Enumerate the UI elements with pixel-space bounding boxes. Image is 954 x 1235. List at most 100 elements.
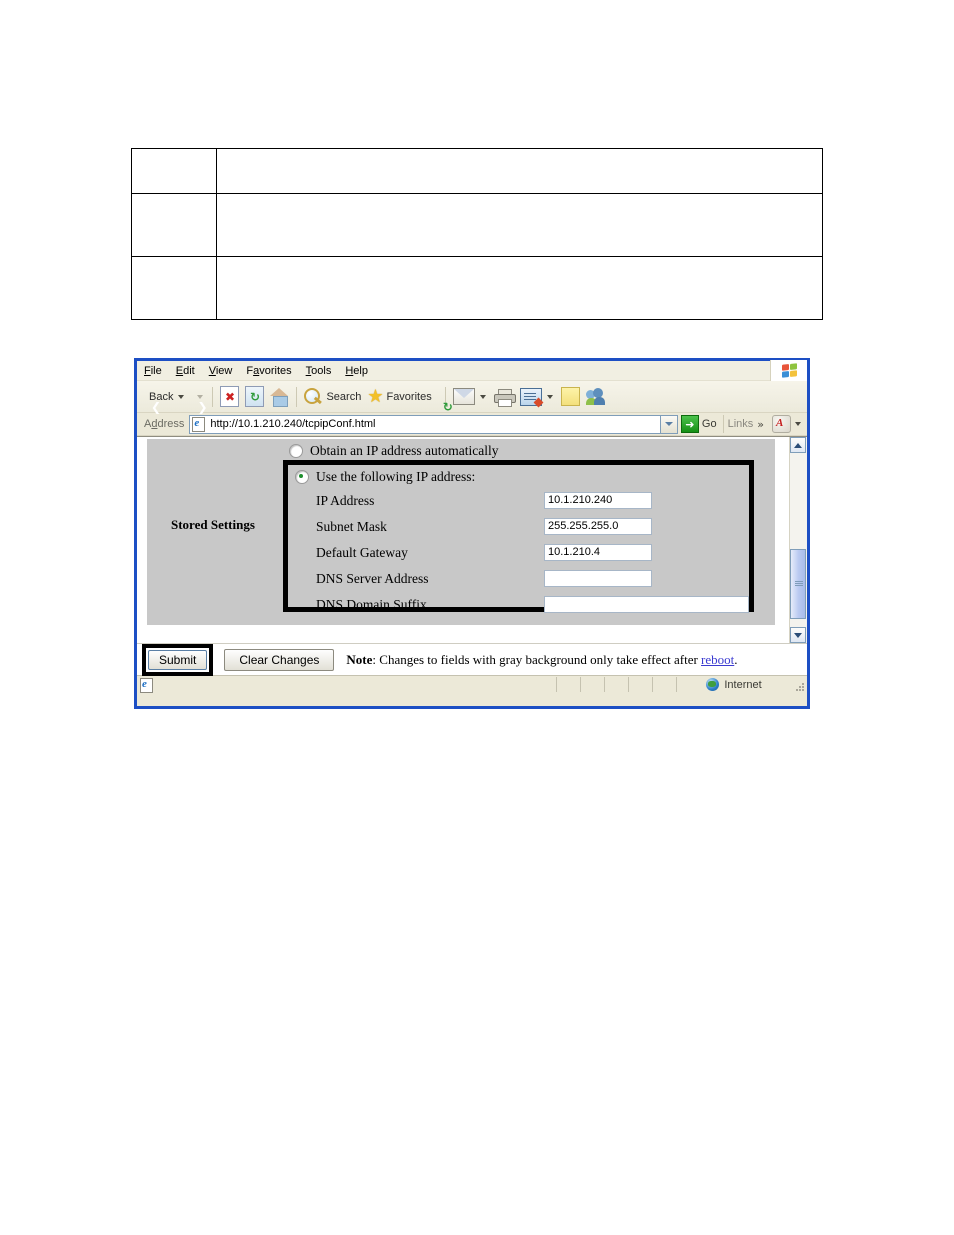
menu-item-edit[interactable]: Edit — [169, 364, 202, 378]
submit-button[interactable]: Submit — [148, 649, 208, 670]
radio-use-following-ip[interactable] — [295, 470, 309, 484]
scroll-up-button[interactable] — [790, 437, 806, 453]
star-icon: ★ — [367, 385, 384, 407]
acrobat-dropdown-caret-icon[interactable] — [795, 422, 801, 426]
field-input-subnet-mask[interactable]: 255.255.255.0 — [544, 518, 652, 535]
page-content: Stored Settings Obtain an IP address aut… — [137, 437, 789, 643]
field-row-dns-domain-suffix: DNS Domain Suffix — [316, 596, 749, 613]
stop-icon: ✖ — [220, 386, 240, 407]
radio-obtain-automatically[interactable] — [289, 444, 303, 458]
refresh-button[interactable]: ↻ — [242, 384, 267, 410]
favorites-button[interactable]: ★ Favorites — [364, 384, 434, 410]
note-prefix: Note — [346, 651, 373, 667]
field-row-ip-address: IP Address 10.1.210.240 — [316, 492, 652, 509]
address-bar: Address e http://10.1.210.240/tcpipConf.… — [137, 413, 807, 436]
edit-page-icon — [519, 387, 544, 407]
acrobat-toolbar-button[interactable]: A — [768, 415, 807, 433]
note-body: Changes to fields with gray background o… — [379, 651, 702, 667]
messenger-button[interactable] — [583, 384, 608, 410]
field-input-dns-domain-suffix[interactable] — [544, 596, 749, 613]
reboot-link[interactable]: reboot — [701, 652, 734, 667]
table-cell-content — [217, 149, 822, 193]
field-label-dns-domain-suffix: DNS Domain Suffix — [316, 596, 427, 612]
radio-use-following-ip-label: Use the following IP address: — [316, 469, 476, 484]
field-label-default-gateway: Default Gateway — [316, 544, 408, 560]
radio-obtain-automatically-row[interactable]: Obtain an IP address automatically — [289, 443, 498, 459]
address-dropdown-button[interactable] — [660, 414, 678, 434]
field-input-dns-server-address[interactable] — [544, 570, 652, 587]
scrollbar-grip-icon — [795, 581, 803, 587]
table-cell-content — [132, 149, 216, 193]
field-input-default-gateway[interactable]: 10.1.210.4 — [544, 544, 652, 561]
field-input-ip-address[interactable]: 10.1.210.240 — [544, 492, 652, 509]
field-label-ip-address: IP Address — [316, 492, 375, 508]
field-row-dns-server-address: DNS Server Address — [316, 570, 652, 587]
vertical-scrollbar[interactable] — [789, 437, 807, 643]
toolbar-separator — [296, 386, 298, 407]
status-pane — [557, 677, 581, 692]
table-cell-content — [217, 257, 822, 319]
forward-button[interactable]: ❯ — [189, 384, 208, 414]
links-toolbar[interactable]: Links » — [722, 415, 768, 433]
menu-item-tools[interactable]: Tools — [299, 364, 339, 378]
menu-item-favorites[interactable]: Favorites — [239, 364, 298, 378]
address-input[interactable]: e http://10.1.210.240/tcpipConf.html — [189, 414, 661, 434]
toolbar-separator — [212, 386, 214, 407]
field-row-default-gateway: Default Gateway 10.1.210.4 — [316, 544, 652, 561]
back-dropdown-caret-icon[interactable] — [178, 394, 185, 399]
chevron-down-icon — [794, 632, 802, 638]
edit-button[interactable] — [517, 384, 558, 410]
menu-item-view[interactable]: View — [202, 364, 240, 378]
home-icon — [270, 387, 289, 407]
clear-changes-button[interactable]: Clear Changes — [224, 648, 335, 671]
menu-bar: File Edit View Favorites Tools Help — [137, 360, 807, 381]
table-row — [131, 256, 823, 320]
sticky-note-icon — [560, 387, 580, 406]
chevron-double-right-icon[interactable]: » — [757, 418, 764, 431]
printer-icon — [493, 388, 516, 407]
status-pane — [605, 677, 629, 692]
messenger-icon — [585, 388, 605, 405]
menu-item-file-rest: ile — [150, 364, 162, 377]
print-button[interactable] — [491, 384, 517, 410]
stop-button[interactable]: ✖ — [217, 384, 242, 410]
history-button[interactable]: ↻ — [435, 384, 453, 414]
security-zone-pane[interactable]: Internet — [677, 677, 791, 692]
page-document-icon: e — [192, 417, 206, 432]
document-table — [131, 148, 823, 320]
menu-item-help[interactable]: Help — [338, 364, 375, 378]
windows-flag-glyph — [781, 363, 797, 378]
chevron-down-icon — [664, 422, 673, 426]
mail-dropdown-caret-icon[interactable] — [479, 394, 486, 399]
status-pane — [629, 677, 653, 692]
page-document-icon: e — [140, 677, 154, 693]
note-text: Note: Changes to fields with gray backgr… — [346, 652, 737, 668]
acrobat-icon: A — [772, 415, 791, 433]
windows-logo-icon — [770, 360, 807, 381]
home-button[interactable] — [267, 384, 292, 410]
table-cell-content — [217, 194, 822, 256]
back-button[interactable]: ❮ Back — [143, 384, 189, 414]
chevron-up-icon — [794, 442, 802, 448]
status-pane — [581, 677, 605, 692]
radio-use-following-row[interactable]: Use the following IP address: — [295, 469, 475, 485]
scrollbar-thumb[interactable] — [790, 549, 806, 619]
resize-grip-icon[interactable] — [791, 677, 805, 692]
search-button-label: Search — [326, 390, 362, 403]
table-cell-body — [216, 256, 823, 320]
stored-settings-label: Stored Settings — [171, 517, 255, 532]
stored-settings-panel: Stored Settings Obtain an IP address aut… — [147, 439, 775, 625]
edit-dropdown-caret-icon[interactable] — [546, 394, 553, 399]
refresh-icon: ↻ — [245, 386, 265, 407]
scroll-down-button[interactable] — [790, 627, 806, 643]
mail-icon — [452, 388, 475, 405]
menu-item-file[interactable]: File — [137, 364, 169, 378]
address-bar-label: Address — [144, 418, 185, 430]
form-action-bar: Submit Clear Changes Note: Changes to fi… — [137, 643, 807, 676]
table-cell-label — [131, 256, 217, 320]
browser-toolbar: ❮ Back ❯ ✖ ↻ Search ★ Favorites ↻ — [137, 381, 807, 414]
notes-button[interactable] — [558, 384, 583, 410]
field-row-subnet-mask: Subnet Mask 255.255.255.0 — [316, 518, 652, 535]
go-button[interactable]: ➜ Go — [678, 414, 723, 435]
search-button[interactable]: Search — [301, 384, 364, 410]
